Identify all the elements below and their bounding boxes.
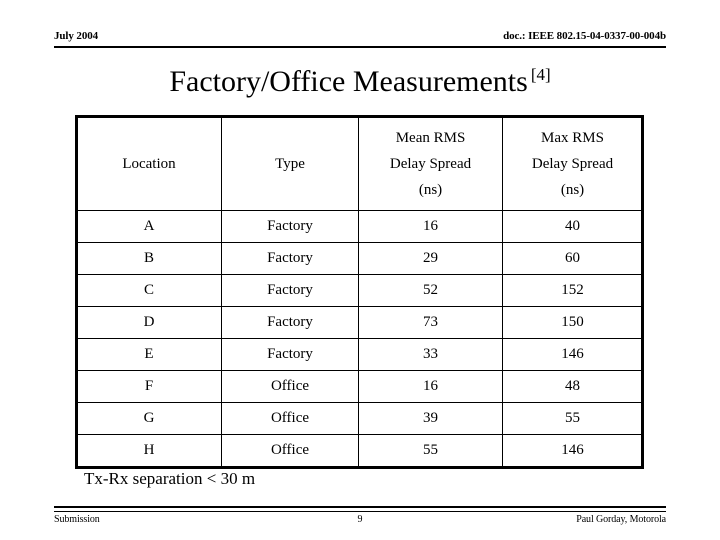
header-doc-id: doc.: IEEE 802.15-04-0337-00-004b [503, 30, 666, 42]
cell-type: Office [221, 370, 359, 403]
cell-mean-rms: 29 [358, 242, 503, 275]
cell-location: B [76, 242, 222, 275]
table-row: C Factory 52 152 [76, 274, 643, 307]
table-row: G Office 39 55 [76, 402, 643, 435]
cell-location: E [76, 338, 222, 371]
column-header-max-line2: Delay Spread [531, 155, 614, 172]
cell-max-rms: 146 [502, 338, 643, 371]
cell-max-rms: 60 [502, 242, 643, 275]
measurements-table-wrapper: Location Type Mean RMS Delay Spread (ns)… [74, 114, 644, 469]
cell-max-rms: 150 [502, 306, 643, 339]
footer-row: Submission 9 Paul Gorday, Motorola [54, 513, 666, 526]
cell-max-rms: 48 [502, 370, 643, 403]
cell-type: Factory [221, 274, 359, 307]
measurements-table: Location Type Mean RMS Delay Spread (ns)… [76, 116, 643, 467]
column-header-mean-rms-delay-spread: Mean RMS Delay Spread (ns) [358, 116, 503, 211]
table-header: Location Type Mean RMS Delay Spread (ns)… [76, 116, 643, 211]
cell-mean-rms: 55 [358, 434, 503, 467]
footer-submission-label: Submission [54, 514, 100, 525]
column-header-mean-line2: Delay Spread [389, 155, 472, 172]
column-header-mean-line3: (ns) [418, 181, 443, 198]
footer-rule-thick [54, 506, 666, 508]
column-header-max-rms-delay-spread: Max RMS Delay Spread (ns) [502, 116, 643, 211]
cell-location: C [76, 274, 222, 307]
cell-mean-rms: 39 [358, 402, 503, 435]
header-date: July 2004 [54, 30, 99, 42]
cell-max-rms: 152 [502, 274, 643, 307]
table-row: H Office 55 146 [76, 434, 643, 467]
table-note: Tx-Rx separation < 30 m [84, 469, 256, 488]
cell-type: Factory [221, 338, 359, 371]
table-body: A Factory 16 40 B Factory 29 60 C Factor… [76, 210, 643, 467]
cell-type: Office [221, 434, 359, 467]
table-row: B Factory 29 60 [76, 242, 643, 275]
cell-mean-rms: 52 [358, 274, 503, 307]
cell-max-rms: 40 [502, 210, 643, 243]
column-header-max-line3: (ns) [560, 181, 585, 198]
slide-footer: Submission 9 Paul Gorday, Motorola [54, 506, 666, 532]
table-row: A Factory 16 40 [76, 210, 643, 243]
table-row: F Office 16 48 [76, 370, 643, 403]
cell-mean-rms: 16 [358, 210, 503, 243]
column-header-mean-line1: Mean RMS [395, 129, 466, 146]
page-title-text: Factory/Office Measurements [169, 65, 528, 98]
cell-type: Office [221, 402, 359, 435]
column-header-max-line1: Max RMS [541, 129, 604, 146]
cell-location: H [76, 434, 222, 467]
column-header-type: Type [221, 116, 359, 211]
page-title: Factory/Office Measurements [4] [36, 64, 684, 100]
table-header-row: Location Type Mean RMS Delay Spread (ns)… [76, 116, 643, 211]
slide-header: July 2004 doc.: IEEE 802.15-04-0337-00-0… [54, 30, 666, 50]
cell-mean-rms: 73 [358, 306, 503, 339]
cell-location: D [76, 306, 222, 339]
cell-location: F [76, 370, 222, 403]
cell-mean-rms: 16 [358, 370, 503, 403]
column-header-type-line2: Type [275, 155, 305, 172]
table-row: D Factory 73 150 [76, 306, 643, 339]
cell-max-rms: 55 [502, 402, 643, 435]
header-row: July 2004 doc.: IEEE 802.15-04-0337-00-0… [54, 30, 666, 43]
page-title-reference: [4] [530, 65, 551, 84]
cell-location: G [76, 402, 222, 435]
header-rule [54, 46, 666, 48]
footer-author: Paul Gorday, Motorola [576, 514, 666, 525]
cell-location: A [76, 210, 222, 243]
cell-type: Factory [221, 306, 359, 339]
footer-rule-thin [54, 511, 666, 512]
cell-max-rms: 146 [502, 434, 643, 467]
cell-type: Factory [221, 242, 359, 275]
cell-mean-rms: 33 [358, 338, 503, 371]
column-header-location-line2: Location [122, 155, 176, 172]
table-row: E Factory 33 146 [76, 338, 643, 371]
column-header-location: Location [76, 116, 222, 211]
cell-type: Factory [221, 210, 359, 243]
slide: July 2004 doc.: IEEE 802.15-04-0337-00-0… [0, 0, 720, 540]
